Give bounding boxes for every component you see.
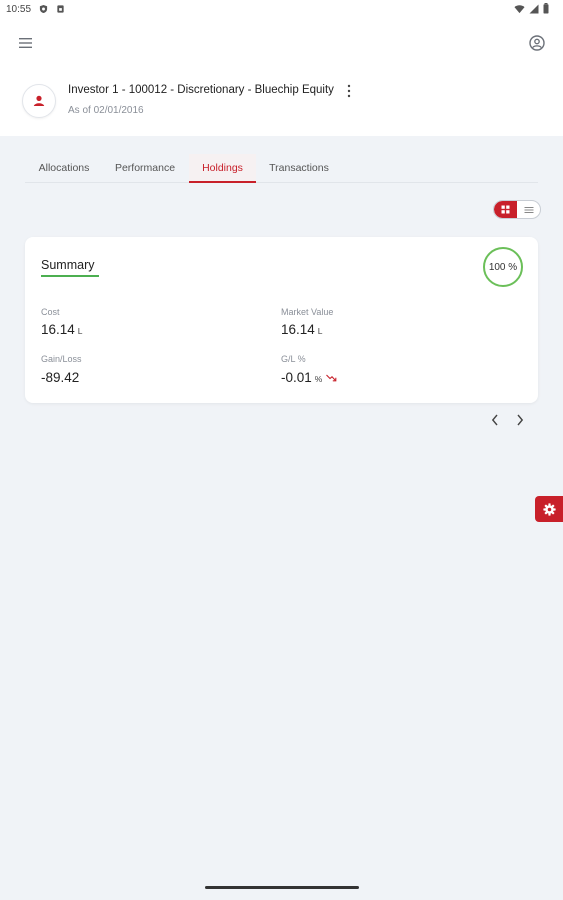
tab-bar: Allocations Performance Holdings Transac… [25,154,538,183]
settings-button[interactable] [535,496,563,522]
account-title: Investor 1 - 100012 - Discretionary - Bl… [68,84,334,96]
grid-view-button[interactable] [494,201,517,218]
gl-percent-label: G/L % [281,354,306,364]
avatar-icon [33,95,45,106]
market-value-amount: 16.14 [281,322,315,337]
battery-icon [543,3,549,14]
tab-performance[interactable]: Performance [107,154,183,183]
chevron-right-icon [517,414,524,426]
kebab-icon[interactable] [344,83,354,99]
profile-icon[interactable] [528,34,546,52]
shield-icon [39,4,48,14]
menu-icon[interactable] [17,34,35,52]
market-value-label: Market Value [281,307,334,317]
grid-view-icon [501,205,510,214]
gain-loss-label: Gain/Loss [41,354,82,364]
home-indicator[interactable] [205,886,359,889]
cost-label: Cost [41,307,60,317]
cost-amount: 16.14 [41,322,75,337]
summary-card: Summary 100 % Cost 16.14 L Market Value 1… [25,237,538,403]
signal-icon [529,4,539,13]
previous-button[interactable] [488,412,502,428]
view-toggle[interactable] [493,200,541,219]
cost-value: 16.14 L [41,322,83,337]
summary-title: Summary [41,258,95,272]
wifi-icon [514,4,525,13]
trend-down-icon [326,375,337,382]
status-time: 10:55 [6,4,32,15]
next-button[interactable] [513,412,527,428]
status-bar: 10:55 [0,0,563,20]
list-view-button[interactable] [517,201,540,218]
sim-card-icon [57,5,64,13]
percent-ring: 100 % [483,247,523,287]
market-value-unit: L [317,326,323,336]
summary-title-underline [41,275,99,277]
gl-percent-unit: % [314,374,323,384]
gain-loss-value: -89.42 [41,370,80,385]
tab-allocations[interactable]: Allocations [27,154,101,183]
as-of-date: As of 02/01/2016 [68,105,144,116]
account-avatar [22,84,56,118]
cost-unit: L [77,326,83,336]
list-view-icon [524,206,533,213]
tab-transactions[interactable]: Transactions [260,154,338,183]
gear-icon [542,502,556,516]
gl-percent-amount: -0.01 [281,370,312,385]
gl-percent-value: -0.01% [281,370,337,385]
chevron-left-icon [491,414,498,426]
status-indicators [514,3,549,14]
market-value: 16.14 L [281,322,323,337]
tab-holdings[interactable]: Holdings [189,154,256,183]
